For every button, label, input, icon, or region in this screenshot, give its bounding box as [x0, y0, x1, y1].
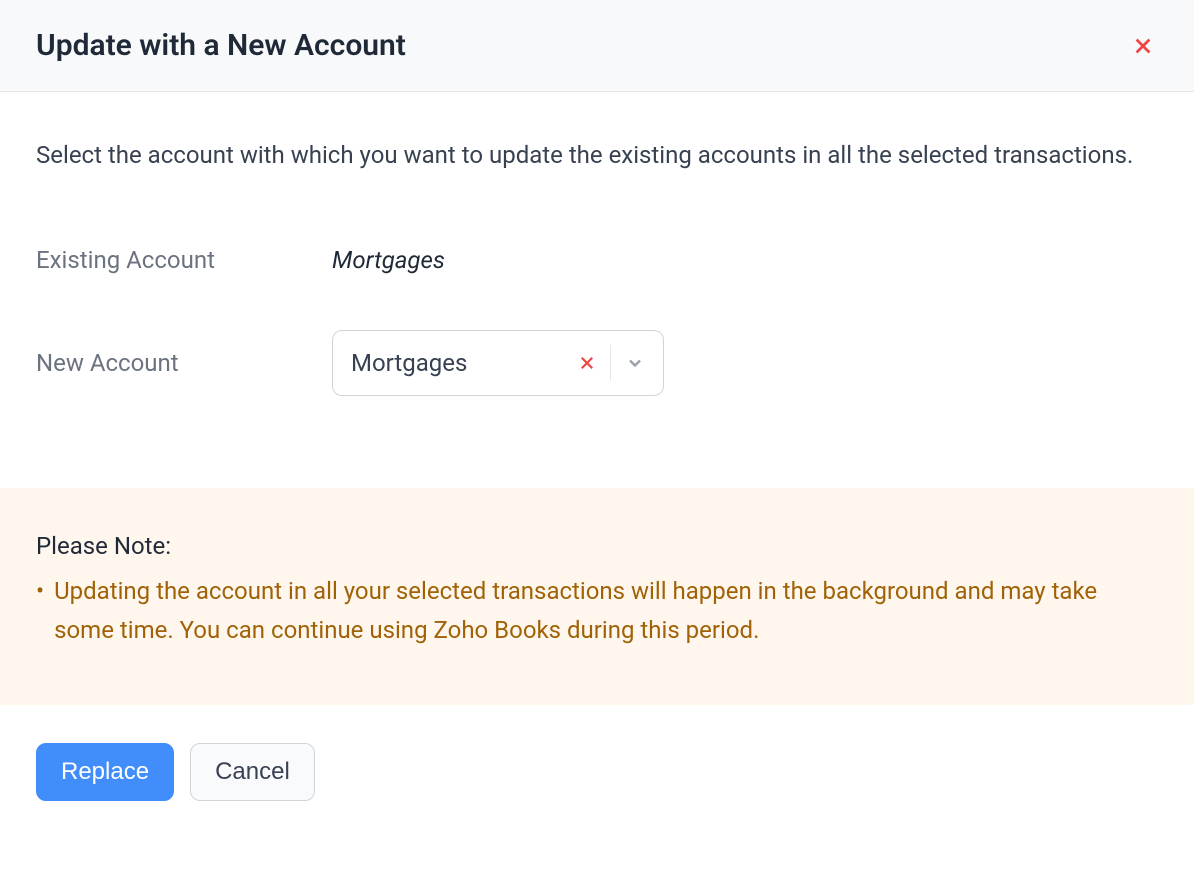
replace-button[interactable]: Replace — [36, 743, 174, 801]
close-button[interactable] — [1128, 31, 1158, 61]
new-account-row: New Account Mortgages — [36, 330, 1158, 396]
note-title: Please Note: — [36, 532, 1158, 560]
note-box: Please Note: • Updating the account in a… — [0, 488, 1194, 705]
new-account-value: Mortgages — [351, 349, 570, 377]
dialog-body: Select the account with which you want t… — [0, 92, 1194, 488]
existing-account-label: Existing Account — [36, 246, 332, 274]
note-item: • Updating the account in all your selec… — [36, 572, 1158, 649]
cancel-button[interactable]: Cancel — [190, 743, 315, 801]
new-account-label: New Account — [36, 349, 332, 377]
dialog-description: Select the account with which you want t… — [36, 136, 1158, 174]
dropdown-toggle-button[interactable] — [611, 353, 663, 373]
new-account-select[interactable]: Mortgages — [332, 330, 664, 396]
close-icon — [1132, 35, 1154, 57]
existing-account-row: Existing Account Mortgages — [36, 246, 1158, 274]
bullet-icon: • — [36, 572, 44, 610]
existing-account-value: Mortgages — [332, 246, 445, 274]
chevron-down-icon — [625, 353, 645, 373]
note-text: Updating the account in all your selecte… — [54, 572, 1158, 649]
note-list: • Updating the account in all your selec… — [36, 572, 1158, 649]
clear-icon — [578, 354, 596, 372]
dialog-title: Update with a New Account — [36, 28, 406, 63]
dialog-header: Update with a New Account — [0, 0, 1194, 92]
dialog-footer: Replace Cancel — [0, 705, 1194, 839]
clear-selection-button[interactable] — [570, 354, 610, 372]
